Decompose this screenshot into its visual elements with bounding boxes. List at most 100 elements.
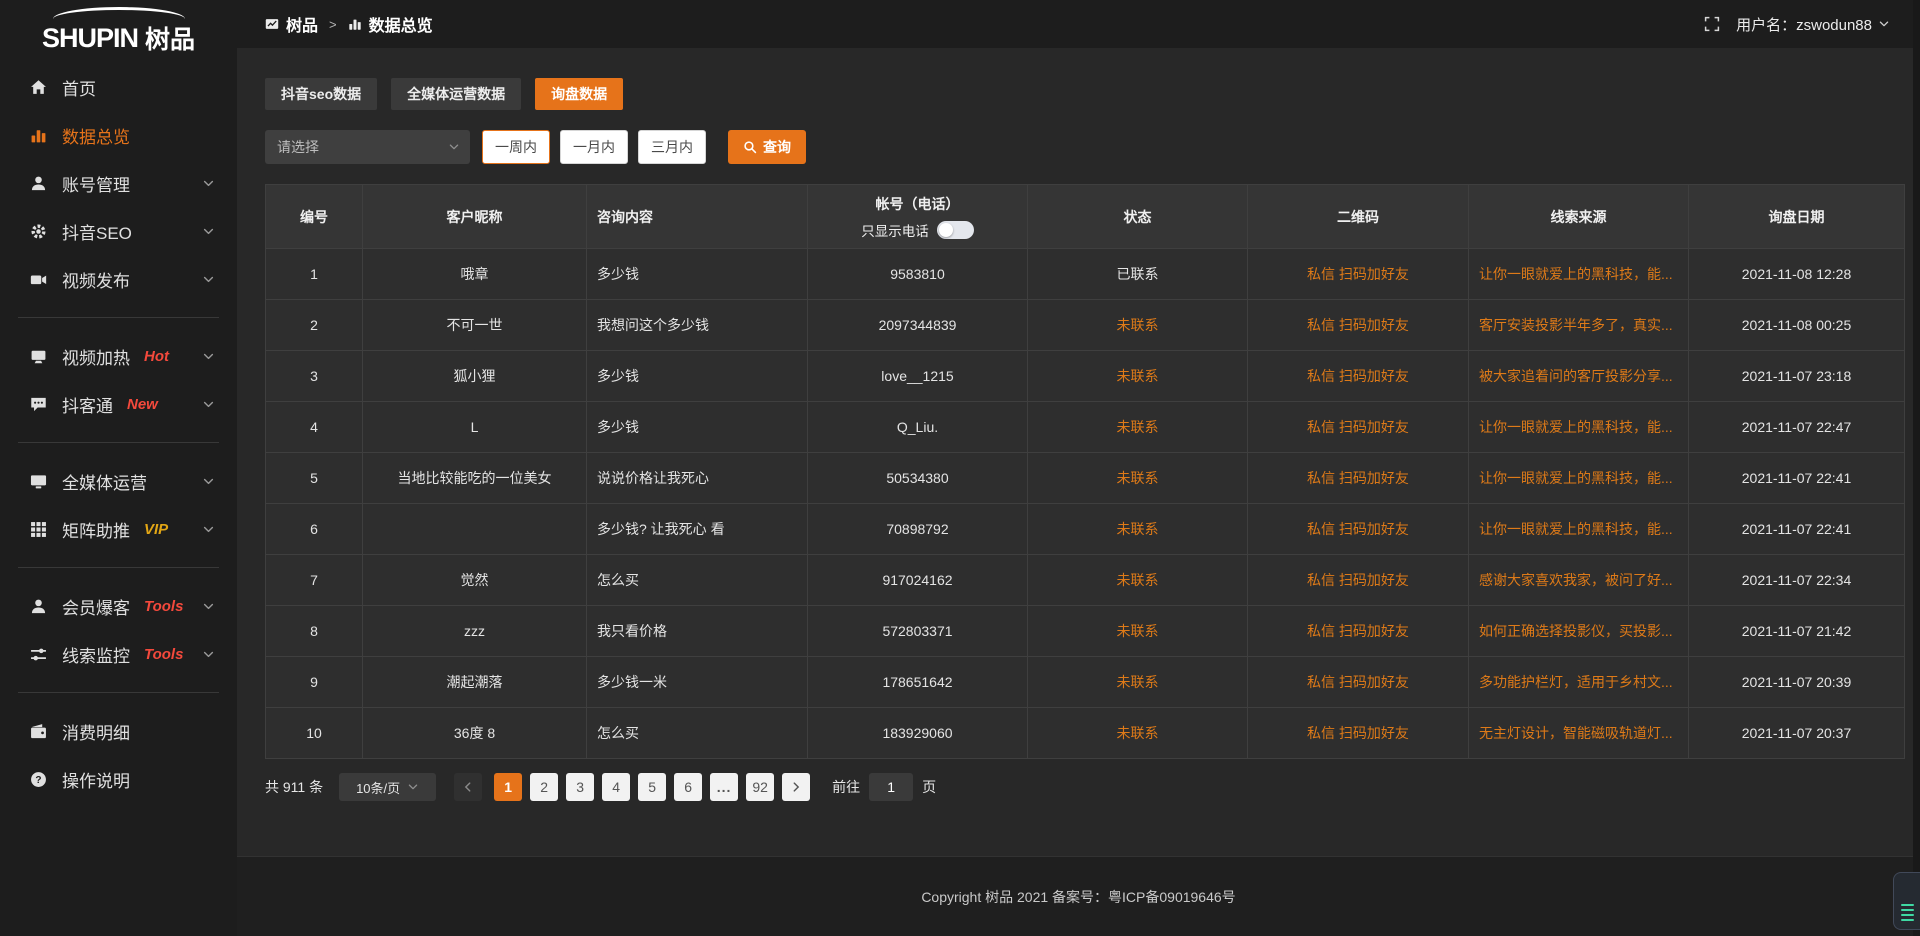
sidebar-item-video-heat[interactable]: 视频加热 Hot <box>0 332 237 380</box>
cell-source-link[interactable]: 让你一眼就爱上的黑科技，能... <box>1469 249 1689 300</box>
cell-source-link[interactable]: 无主灯设计，智能磁吸轨道灯... <box>1469 708 1689 759</box>
user-menu[interactable]: 用户名：zswodun88 <box>1736 14 1890 35</box>
prev-page-button[interactable] <box>454 773 482 801</box>
sidebar-item-operation-guide[interactable]: ? 操作说明 <box>0 755 237 803</box>
sidebar-item-label: 线索监控 <box>62 642 130 667</box>
cell-qrcode-links[interactable]: 私信 扫码加好友 <box>1248 504 1469 555</box>
phone-only-toggle[interactable] <box>937 221 974 239</box>
floating-widget[interactable] <box>1893 872 1920 930</box>
cell-status: 未联系 <box>1028 504 1248 555</box>
cell-source-link[interactable]: 如何正确选择投影仪，买投影... <box>1469 606 1689 657</box>
filter-select[interactable]: 请选择 <box>265 130 470 164</box>
menu-badge: Tools <box>144 598 183 615</box>
page-button-92[interactable]: 92 <box>746 773 774 801</box>
menu-divider <box>18 692 219 693</box>
cell-source-link[interactable]: 被大家追着问的客厅投影分享... <box>1469 351 1689 402</box>
page-size-value: 10条/页 <box>356 778 400 797</box>
sidebar-item-omni-media[interactable]: 全媒体运营 <box>0 457 237 505</box>
chevron-down-icon <box>202 350 215 363</box>
page-ellipsis-button[interactable]: ... <box>710 773 738 801</box>
sidebar-item-consumption-detail[interactable]: 消费明细 <box>0 707 237 755</box>
sidebar-item-matrix-boost[interactable]: 矩阵助推 VIP <box>0 505 237 553</box>
range-button-three-months[interactable]: 三月内 <box>638 130 706 164</box>
next-page-button[interactable] <box>782 773 810 801</box>
data-tabs: 抖音seo数据全媒体运营数据询盘数据 <box>265 78 1905 110</box>
page-buttons: 123456... 92 <box>490 773 778 801</box>
range-button-one-month[interactable]: 一月内 <box>560 130 628 164</box>
scrollbar-track[interactable] <box>1913 0 1920 936</box>
sidebar-item-home[interactable]: 首页 <box>0 63 237 111</box>
cell-source-link[interactable]: 客厅安装投影半年多了，真实... <box>1469 300 1689 351</box>
phone-only-label: 只显示电话 <box>861 220 929 240</box>
query-button[interactable]: 查询 <box>728 130 806 164</box>
sidebar-item-video-publish[interactable]: 视频发布 <box>0 255 237 303</box>
menu-badge: VIP <box>144 521 168 538</box>
goto-page-input[interactable] <box>869 773 913 801</box>
widget-line <box>1901 914 1914 916</box>
cell-source-link[interactable]: 让你一眼就爱上的黑科技，能... <box>1469 402 1689 453</box>
cell-source-link[interactable]: 多功能护栏灯，适用于乡村文... <box>1469 657 1689 708</box>
col-header-date: 询盘日期 <box>1689 185 1905 249</box>
cell-status: 未联系 <box>1028 657 1248 708</box>
logo-arc-icon <box>53 7 185 19</box>
cell-account: Q_Liu. <box>808 402 1028 453</box>
footer: Copyright 树品 2021 备案号：粤ICP备09019646号 <box>237 856 1920 936</box>
cell-qrcode-links[interactable]: 私信 扫码加好友 <box>1248 351 1469 402</box>
page-button-5[interactable]: 5 <box>638 773 666 801</box>
cell-qrcode-links[interactable]: 私信 扫码加好友 <box>1248 249 1469 300</box>
breadcrumb-root[interactable]: 树品 <box>286 12 318 36</box>
tab-douyin-seo-data[interactable]: 抖音seo数据 <box>265 78 377 110</box>
cell-source-link[interactable]: 感谢大家喜欢我家，被问了好... <box>1469 555 1689 606</box>
chevron-down-icon <box>202 600 215 613</box>
sidebar-item-douyin-seo[interactable]: 抖音SEO <box>0 207 237 255</box>
cell-source-link[interactable]: 让你一眼就爱上的黑科技，能... <box>1469 453 1689 504</box>
cell-qrcode-links[interactable]: 私信 扫码加好友 <box>1248 300 1469 351</box>
tab-omnimedia-data[interactable]: 全媒体运营数据 <box>391 78 521 110</box>
page-button-6[interactable]: 6 <box>674 773 702 801</box>
page-button-3[interactable]: 3 <box>566 773 594 801</box>
sidebar-item-label: 账号管理 <box>62 171 130 196</box>
cell-date: 2021-11-07 22:41 <box>1689 504 1905 555</box>
cell-qrcode-links[interactable]: 私信 扫码加好友 <box>1248 402 1469 453</box>
col-header-source: 线索来源 <box>1469 185 1689 249</box>
cell-account: 70898792 <box>808 504 1028 555</box>
page-button-1[interactable]: 1 <box>494 773 522 801</box>
sidebar-item-member-burst[interactable]: 会员爆客 Tools <box>0 582 237 630</box>
cell-account: 572803371 <box>808 606 1028 657</box>
cell-qrcode-links[interactable]: 私信 扫码加好友 <box>1248 708 1469 759</box>
sidebar-menu: 首页 数据总览 账号管理 抖音SEO 视频发布 视频加热 Hot 抖客通 New <box>0 57 237 803</box>
gear-icon <box>30 223 47 240</box>
menu-badge: Hot <box>144 348 169 365</box>
chevron-down-icon <box>202 398 215 411</box>
fullscreen-icon[interactable] <box>1704 16 1720 32</box>
page-button-4[interactable]: 4 <box>602 773 630 801</box>
question-icon: ? <box>30 771 47 788</box>
wallet-icon <box>30 723 47 740</box>
table-row: 5 当地比较能吃的一位美女 说说价格让我死心 50534380 未联系 私信 扫… <box>266 453 1905 504</box>
cell-source-link[interactable]: 让你一眼就爱上的黑科技，能... <box>1469 504 1689 555</box>
sidebar-item-douketong[interactable]: 抖客通 New <box>0 380 237 428</box>
cell-qrcode-links[interactable]: 私信 扫码加好友 <box>1248 555 1469 606</box>
cell-content: 多少钱? 让我死心 看 <box>587 504 808 555</box>
sidebar-item-clue-monitor[interactable]: 线索监控 Tools <box>0 630 237 678</box>
breadcrumb-separator: > <box>329 17 337 32</box>
video-icon <box>30 271 47 288</box>
sidebar-item-label: 消费明细 <box>62 719 130 744</box>
tab-inquiry-data[interactable]: 询盘数据 <box>535 78 623 110</box>
table-row: 2 不可一世 我想问这个多少钱 2097344839 未联系 私信 扫码加好友 … <box>266 300 1905 351</box>
page-button-2[interactable]: 2 <box>530 773 558 801</box>
range-button-one-week[interactable]: 一周内 <box>482 130 550 164</box>
table-header-row: 编号 客户昵称 咨询内容 帐号（电话） 只显示电话 状态 二维码 线索来源 <box>266 185 1905 249</box>
sidebar-item-account-management[interactable]: 账号管理 <box>0 159 237 207</box>
cell-date: 2021-11-07 22:41 <box>1689 453 1905 504</box>
cell-qrcode-links[interactable]: 私信 扫码加好友 <box>1248 606 1469 657</box>
monitor-chart-icon <box>265 17 279 31</box>
cell-qrcode-links[interactable]: 私信 扫码加好友 <box>1248 657 1469 708</box>
table-row: 1 哦章 多少钱 9583810 已联系 私信 扫码加好友 让你一眼就爱上的黑科… <box>266 249 1905 300</box>
page-size-select[interactable]: 10条/页 <box>339 773 436 801</box>
cell-qrcode-links[interactable]: 私信 扫码加好友 <box>1248 453 1469 504</box>
table-row: 3 狐小狸 多少钱 love__1215 未联系 私信 扫码加好友 被大家追着问… <box>266 351 1905 402</box>
sidebar-item-data-overview[interactable]: 数据总览 <box>0 111 237 159</box>
cell-account: 178651642 <box>808 657 1028 708</box>
logo[interactable]: SHUPIN 树品 <box>0 0 237 57</box>
